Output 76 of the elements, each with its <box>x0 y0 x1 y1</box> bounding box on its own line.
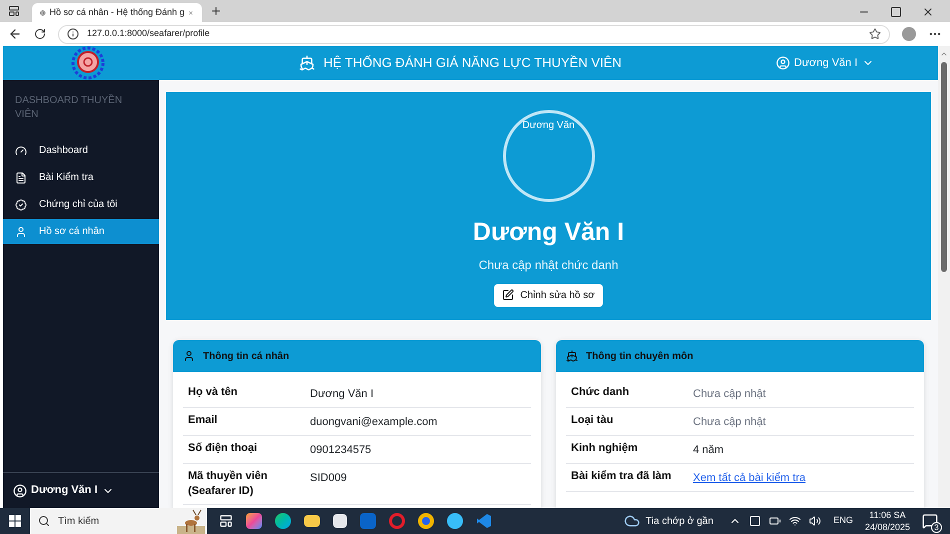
folder-icon[interactable] <box>304 515 320 527</box>
weather-text: Tia chớp ở gần <box>646 514 714 528</box>
field-label: Email <box>188 413 218 428</box>
tab-title: Hồ sơ cá nhân - Hệ thống Đánh g <box>50 6 184 19</box>
opera-icon[interactable] <box>389 513 405 529</box>
code-editor-icon[interactable] <box>476 513 492 529</box>
user-icon <box>183 350 195 362</box>
clock-date: 24/08/2025 <box>864 521 910 533</box>
field-value: duongvani@example.com <box>310 416 438 428</box>
profile-position: Chưa cập nhật chức danh <box>478 256 618 274</box>
weather-icon <box>624 513 640 529</box>
star-icon[interactable] <box>869 28 881 40</box>
close-icon[interactable] <box>922 6 934 18</box>
card-title: Thông tin cá nhân <box>203 350 290 364</box>
avatar-alt-text: Dương Văn <box>522 119 575 133</box>
user-menu[interactable]: Dương Văn I <box>13 482 114 499</box>
search-placeholder: Tìm kiếm <box>58 514 100 528</box>
edge-icon[interactable] <box>275 513 291 529</box>
field-label: Mã thuyền viên (Seafarer ID) <box>188 469 268 499</box>
profile-avatar[interactable] <box>902 27 916 41</box>
notification-count: 3 <box>931 522 942 533</box>
clock-time: 11:06 SA <box>869 509 906 521</box>
edit-icon <box>502 289 514 301</box>
scrollbar[interactable] <box>938 46 950 508</box>
info-icon <box>67 28 79 40</box>
edit-profile-button[interactable]: Chỉnh sửa hồ sơ <box>494 284 603 306</box>
ship-icon <box>299 55 316 71</box>
sidebar-item[interactable]: Hồ sơ cá nhân <box>3 219 159 244</box>
sidebar-item[interactable]: Bài Kiểm tra <box>3 165 159 190</box>
outlook-icon[interactable] <box>360 513 376 529</box>
tab-actions-icon[interactable] <box>8 5 20 17</box>
ship-icon <box>566 350 578 362</box>
browser-tab[interactable]: Hồ sơ cá nhân - Hệ thống Đánh g <box>32 3 202 22</box>
task-view-icon[interactable] <box>219 514 233 528</box>
scroll-up-icon[interactable] <box>940 50 948 58</box>
volume-icon[interactable] <box>809 515 822 527</box>
field-label: Chức danh <box>571 385 630 400</box>
field-value: 4 năm <box>693 444 724 456</box>
battery-icon[interactable] <box>769 515 782 527</box>
address-field[interactable]: 127.0.0.1:8000/seafarer/profile <box>58 24 890 44</box>
language-indicator[interactable]: ENG <box>833 514 853 528</box>
taskbar-search[interactable]: Tìm kiếm <box>30 508 207 534</box>
new-tab-icon[interactable] <box>210 5 222 17</box>
field-value: SID009 <box>310 472 347 484</box>
field-label: Bài kiểm tra đã làm <box>571 469 672 484</box>
field-label: Loại tàu <box>571 413 614 428</box>
user-icon <box>776 56 790 70</box>
field-value: 0901234575 <box>310 444 372 456</box>
windows-icon[interactable] <box>9 515 21 527</box>
profile-name: Dương Văn I <box>472 217 624 248</box>
notification-icon[interactable] <box>922 513 938 529</box>
app-title: HỆ THỐNG ĐÁNH GIÁ NĂNG LỰC THUYỀN VIÊN <box>323 54 622 72</box>
card-title: Thông tin chuyên môn <box>586 350 694 364</box>
copilot-icon[interactable] <box>246 513 262 529</box>
app-icon[interactable] <box>447 513 463 529</box>
field-label: Kinh nghiệm <box>571 441 639 456</box>
user-icon <box>13 484 27 498</box>
field-value: Dương Văn I <box>310 388 374 400</box>
store-icon[interactable] <box>333 514 347 528</box>
field-label: Họ và tên <box>188 385 239 400</box>
user-icon <box>15 226 27 238</box>
sidebar-item[interactable]: Chứng chỉ của tôi <box>3 192 159 217</box>
badge-icon <box>15 198 27 210</box>
search-icon <box>38 515 50 527</box>
maximize-icon[interactable] <box>890 6 902 18</box>
back-icon[interactable] <box>8 27 22 41</box>
document-icon <box>15 172 27 184</box>
chrome-icon[interactable] <box>418 513 434 529</box>
sidebar-heading: DASHBOARD THUYỀN VIÊN <box>14 93 124 122</box>
url-text: 127.0.0.1:8000/seafarer/profile <box>87 27 210 40</box>
monitor-icon[interactable] <box>749 515 762 527</box>
tests-link[interactable]: Xem tất cả bài kiểm tra <box>693 472 806 484</box>
gauge-icon <box>15 144 27 156</box>
reload-icon[interactable] <box>34 28 46 40</box>
sidebar-item[interactable]: Dashboard <box>3 138 159 163</box>
field-label: Số điện thoại <box>188 441 258 456</box>
